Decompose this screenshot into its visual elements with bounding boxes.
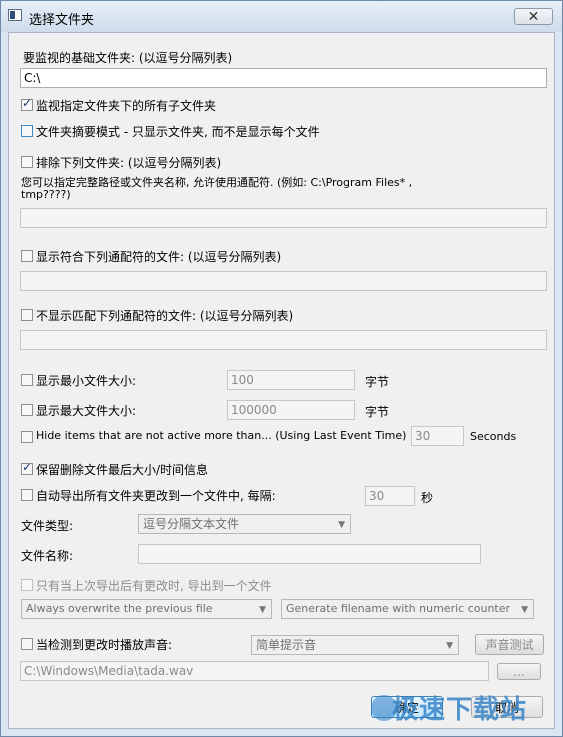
export-only-changed-checkbox[interactable] [21, 579, 33, 591]
min-size-unit: 字节 [365, 375, 390, 389]
summary-mode-label: 文件夹摘要模式 - 只显示文件夹, 而不是显示每个文件 [36, 125, 320, 139]
hide-inactive-unit: Seconds [470, 430, 517, 443]
exclude-folders-input[interactable] [20, 208, 547, 228]
auto-export-unit: 秒 [421, 491, 434, 505]
hide-matching-label: 不显示匹配下列通配符的文件: (以逗号分隔列表) [36, 309, 294, 323]
auto-export-interval-input[interactable]: 30 [365, 486, 415, 506]
close-button[interactable]: ✕ [514, 8, 553, 25]
exclude-help-text-1: 您可以指定完整路径或文件夹名称, 允许使用通配符. (例如: C:\Progra… [21, 176, 413, 189]
watermark-text: 极速下载站 [392, 695, 528, 725]
exclude-folders-checkbox[interactable] [21, 156, 33, 168]
file-type-select[interactable]: 逗号分隔文本文件 ▼ [138, 514, 351, 534]
app-window-icon [8, 9, 22, 21]
play-sound-checkbox[interactable] [21, 638, 33, 650]
min-size-label: 显示最小文件大小: [36, 374, 137, 388]
show-matching-checkbox[interactable] [21, 250, 33, 262]
exclude-folders-label: 排除下列文件夹: (以逗号分隔列表) [36, 156, 222, 170]
base-folders-label: 要监视的基础文件夹: (以逗号分隔列表) [23, 51, 233, 65]
dialog-body: 要监视的基础文件夹: (以逗号分隔列表) C:\ 监视指定文件夹下的所有子文件夹… [8, 32, 555, 729]
filename-mode-value: Generate filename with numeric counter [286, 602, 511, 615]
base-folders-input[interactable]: C:\ [20, 68, 547, 88]
watch-subfolders-checkbox[interactable] [21, 96, 33, 111]
auto-export-checkbox[interactable] [21, 489, 33, 501]
filename-mode-select[interactable]: Generate filename with numeric counter ▼ [281, 599, 534, 619]
max-size-input[interactable]: 100000 [227, 400, 355, 420]
overwrite-mode-value: Always overwrite the previous file [26, 602, 213, 615]
keep-deleted-label: 保留删除文件最后大小/时间信息 [36, 463, 209, 477]
show-matching-input[interactable] [20, 271, 547, 291]
hide-inactive-checkbox[interactable] [21, 431, 33, 443]
min-size-input[interactable]: 100 [227, 370, 355, 390]
overwrite-mode-select[interactable]: Always overwrite the previous file ▼ [21, 599, 272, 619]
sound-type-select[interactable]: 简单提示音 ▼ [251, 635, 459, 655]
file-name-label: 文件名称: [21, 549, 74, 563]
play-sound-label: 当检测到更改时播放声音: [36, 638, 173, 652]
window-title: 选择文件夹 [29, 13, 95, 28]
chevron-down-icon: ▼ [521, 605, 528, 615]
watch-subfolders-label: 监视指定文件夹下的所有子文件夹 [36, 99, 217, 113]
sound-type-value: 简单提示音 [256, 638, 317, 652]
hide-matching-checkbox[interactable] [21, 309, 33, 321]
title-bar[interactable]: 选择文件夹 ✕ [1, 1, 562, 32]
close-icon: ✕ [527, 8, 540, 25]
max-size-unit: 字节 [365, 405, 390, 419]
chevron-down-icon: ▼ [259, 605, 266, 615]
auto-export-label: 自动导出所有文件夹更改到一个文件中, 每隔: [36, 489, 276, 503]
sound-file-input[interactable]: C:\Windows\Media\tada.wav [20, 661, 489, 681]
file-type-label: 文件类型: [21, 519, 74, 533]
show-matching-label: 显示符合下列通配符的文件: (以逗号分隔列表) [36, 250, 282, 264]
browse-sound-button[interactable]: ... [497, 663, 541, 680]
hide-matching-input[interactable] [20, 330, 547, 350]
exclude-help-text-2: tmp????) [21, 188, 71, 201]
sound-test-button[interactable]: 声音测试 [475, 634, 544, 655]
file-type-value: 逗号分隔文本文件 [143, 517, 240, 531]
max-size-label: 显示最大文件大小: [36, 404, 137, 418]
export-only-changed-label: 只有当上次导出后有更改时, 导出到一个文件 [36, 579, 272, 593]
dialog-window: 选择文件夹 ✕ 要监视的基础文件夹: (以逗号分隔列表) C:\ 监视指定文件夹… [0, 0, 563, 737]
file-name-input[interactable] [138, 544, 481, 564]
summary-mode-checkbox[interactable] [21, 125, 33, 137]
chevron-down-icon: ▼ [446, 641, 453, 651]
max-size-checkbox[interactable] [21, 404, 33, 416]
hide-inactive-label: Hide items that are not active more than… [36, 429, 407, 442]
min-size-checkbox[interactable] [21, 374, 33, 386]
hide-inactive-input[interactable]: 30 [411, 426, 464, 446]
keep-deleted-checkbox[interactable] [21, 460, 33, 475]
chevron-down-icon: ▼ [338, 520, 345, 530]
